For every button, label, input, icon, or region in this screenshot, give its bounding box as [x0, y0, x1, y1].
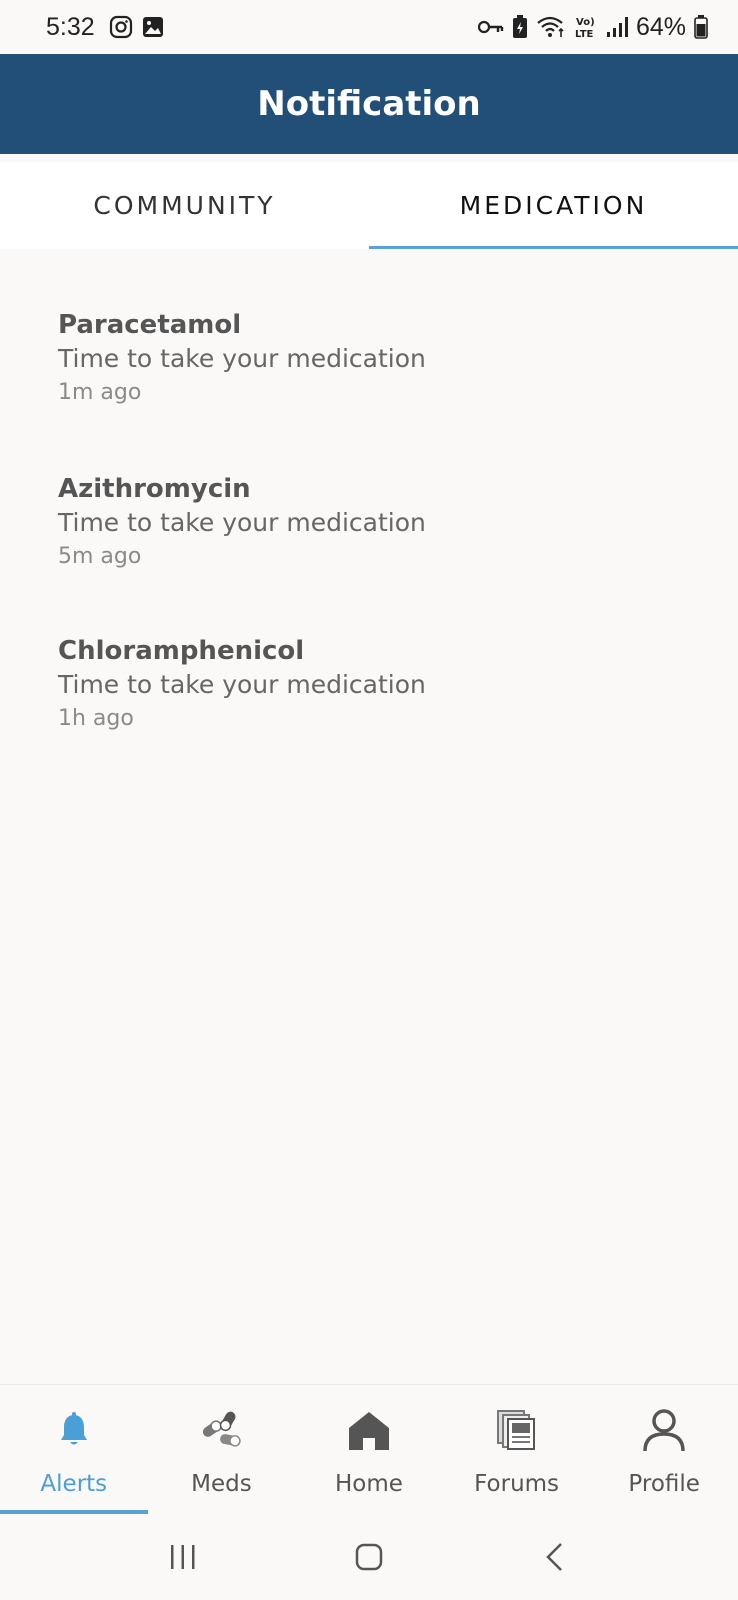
- wifi-icon: [536, 15, 566, 39]
- volte-icon: Vo) LTE: [574, 14, 598, 40]
- screen: 5:32 Vo) LTE 64% Notification COMMUNITY …: [0, 0, 738, 1600]
- nav-alerts[interactable]: Alerts: [0, 1385, 148, 1514]
- status-right-icons: Vo) LTE 64%: [477, 12, 708, 42]
- person-icon: [639, 1405, 689, 1455]
- status-bar: 5:32 Vo) LTE 64%: [0, 0, 738, 54]
- notification-time: 1h ago: [58, 706, 134, 731]
- nav-label: Alerts: [40, 1471, 108, 1497]
- nav-label: Forums: [474, 1471, 560, 1497]
- bell-icon: [49, 1405, 99, 1455]
- home-button-icon[interactable]: [339, 1532, 399, 1582]
- svg-text:Vo): Vo): [576, 17, 595, 28]
- notification-message: Time to take your medication: [58, 670, 426, 699]
- nav-label: Meds: [191, 1471, 252, 1497]
- notification-time: 5m ago: [58, 544, 142, 569]
- notification-item[interactable]: Paracetamol Time to take your medication…: [0, 249, 738, 411]
- battery-percentage: 64%: [635, 12, 686, 41]
- bottom-nav: Alerts Meds Home Forums Profile: [0, 1384, 738, 1514]
- notification-time: 1m ago: [58, 380, 142, 405]
- back-icon[interactable]: [525, 1532, 585, 1582]
- forums-icon: [492, 1405, 542, 1455]
- notification-title: Paracetamol: [58, 310, 242, 340]
- notification-item[interactable]: Azithromycin Time to take your medicatio…: [0, 411, 738, 573]
- nav-label: Profile: [628, 1471, 700, 1497]
- recent-apps-icon[interactable]: [153, 1532, 213, 1582]
- page-title: Notification: [257, 84, 481, 124]
- instagram-icon: [109, 15, 133, 39]
- nav-label: Home: [335, 1471, 403, 1497]
- notification-message: Time to take your medication: [58, 344, 426, 373]
- app-bar: Notification: [0, 54, 738, 154]
- notification-list: Paracetamol Time to take your medication…: [0, 249, 738, 735]
- tab-medication[interactable]: MEDICATION: [369, 162, 738, 249]
- nav-home[interactable]: Home: [295, 1385, 443, 1514]
- gallery-icon: [141, 15, 165, 39]
- battery-saver-icon: [512, 15, 528, 39]
- signal-icon: [606, 16, 628, 38]
- notification-title: Azithromycin: [58, 474, 251, 504]
- tab-community[interactable]: COMMUNITY: [0, 162, 369, 249]
- tab-bar: COMMUNITY MEDICATION: [0, 162, 738, 249]
- pills-icon: [196, 1405, 246, 1455]
- notification-title: Chloramphenicol: [58, 636, 305, 666]
- notification-message: Time to take your medication: [58, 508, 426, 537]
- svg-text:LTE: LTE: [575, 29, 594, 40]
- nav-profile[interactable]: Profile: [590, 1385, 738, 1514]
- notification-item[interactable]: Chloramphenicol Time to take your medica…: [0, 573, 738, 735]
- system-nav-bar: [0, 1514, 738, 1600]
- vpn-key-icon: [477, 19, 504, 35]
- status-time: 5:32: [46, 12, 95, 41]
- status-left-icons: [109, 15, 165, 39]
- nav-meds[interactable]: Meds: [148, 1385, 296, 1514]
- battery-icon: [694, 15, 708, 39]
- home-icon: [344, 1405, 394, 1455]
- nav-forums[interactable]: Forums: [443, 1385, 591, 1514]
